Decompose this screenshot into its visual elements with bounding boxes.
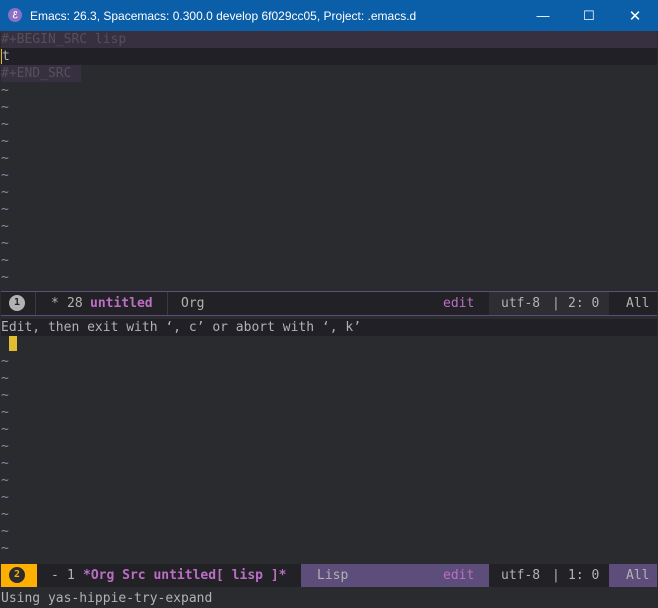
empty-line-tilde: ~ [1, 439, 9, 454]
edit-state: edit [443, 296, 475, 311]
empty-line-tilde: ~ [1, 473, 9, 488]
pipe-separator: | [552, 296, 560, 311]
empty-line-tilde: ~ [1, 168, 9, 183]
empty-line-tilde: ~ [1, 456, 9, 471]
empty-line-tilde: ~ [1, 202, 9, 217]
buffer-size: 28 [67, 296, 83, 311]
empty-line-tilde: ~ [1, 219, 9, 234]
empty-line-tilde: ~ [1, 354, 9, 369]
empty-line-tilde: ~ [1, 422, 9, 437]
pipe-separator: | [552, 568, 560, 583]
modified-indicator: - [51, 568, 59, 583]
cursor [9, 336, 17, 351]
window-title: Emacs: 26.3, Spacemacs: 0.300.0 develop … [30, 9, 417, 23]
separator [167, 292, 168, 315]
empty-line-tilde: ~ [1, 388, 9, 403]
encoding[interactable]: utf-8 [501, 292, 540, 315]
major-mode[interactable]: Org [181, 292, 204, 315]
modified-indicator: * [51, 296, 59, 311]
empty-line-tilde: ~ [1, 83, 9, 98]
window-title-bar[interactable]: ℰ Emacs: 26.3, Spacemacs: 0.300.0 develo… [0, 0, 658, 31]
empty-line-tilde: ~ [1, 117, 9, 132]
src-edit-header: Edit, then exit with ‘, c’ or abort with… [1, 319, 657, 336]
empty-line-tilde: ~ [1, 507, 9, 522]
end-src-line[interactable]: #+END_SRC [1, 65, 81, 82]
empty-line-tilde: ~ [1, 270, 9, 285]
emacs-frame: #+BEGIN_SRC lisp t #+END_SRC ~ ~ ~ ~ ~ ~… [1, 31, 657, 607]
scroll-position: All [626, 296, 650, 311]
echo-area: Using yas-hippie-try-expand [1, 591, 213, 606]
cursor-position: 2: 0 [568, 296, 600, 311]
empty-line-tilde: ~ [1, 490, 9, 505]
window-number-badge[interactable]: 2 [9, 567, 25, 583]
cursor-position: 1: 0 [568, 568, 600, 583]
separator [35, 292, 36, 315]
cursor: t [1, 49, 10, 64]
buffer-name[interactable]: untitled [90, 292, 153, 315]
begin-src-line[interactable]: #+BEGIN_SRC lisp [1, 31, 657, 48]
empty-line-tilde: ~ [1, 405, 9, 420]
bottom-mode-line[interactable]: 2 - 1 *Org Src untitled[ lisp ]* Lisp ed… [1, 564, 657, 587]
close-icon: ✕ [628, 7, 642, 25]
scroll-position: All [626, 568, 650, 583]
empty-line-tilde: ~ [1, 371, 9, 386]
spacemacs-icon: ℰ [8, 8, 22, 22]
empty-line-tilde: ~ [1, 151, 9, 166]
buffer-name[interactable]: *Org Src untitled[ lisp ]* [83, 564, 287, 587]
empty-line-tilde: ~ [1, 100, 9, 115]
minimize-button[interactable]: — [520, 0, 566, 31]
encoding[interactable]: utf-8 [501, 564, 540, 587]
empty-line-tilde: ~ [1, 185, 9, 200]
close-button[interactable]: ✕ [612, 0, 658, 31]
empty-line-tilde: ~ [1, 236, 9, 251]
edit-state: edit [443, 568, 475, 583]
empty-line-tilde: ~ [1, 541, 9, 556]
empty-line-tilde: ~ [1, 524, 9, 539]
maximize-button[interactable]: ☐ [566, 0, 612, 31]
buffer-size: 1 [67, 568, 75, 583]
top-mode-line[interactable]: 1 * 28 untitled Org edit utf-8 | 2: 0 Al… [1, 291, 657, 316]
minimize-icon: — [536, 8, 550, 23]
empty-line-tilde: ~ [1, 253, 9, 268]
major-mode[interactable]: Lisp [317, 564, 348, 587]
maximize-icon: ☐ [583, 7, 595, 23]
empty-line-tilde: ~ [1, 134, 9, 149]
window-number-badge[interactable]: 1 [9, 295, 25, 311]
code-line[interactable]: t [1, 48, 657, 65]
